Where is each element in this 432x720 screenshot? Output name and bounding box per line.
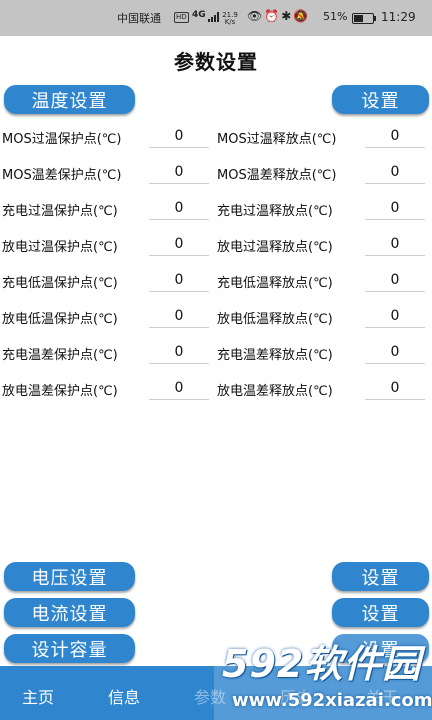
param-label: 放电过温保护点(℃): [2, 240, 118, 255]
param-input[interactable]: 0: [149, 341, 209, 364]
param-input[interactable]: 0: [365, 341, 425, 364]
page-title: 参数设置: [174, 50, 258, 74]
param-label: MOS过温释放点(℃): [217, 132, 337, 147]
temperature-set-button[interactable]: 设置: [332, 85, 429, 114]
param-label: 充电过温保护点(℃): [2, 204, 118, 219]
design-capacity-button[interactable]: 设计容量: [4, 634, 135, 663]
network-type: 4G: [192, 10, 206, 20]
status-bar: 中国联通 HD 4G 21.9 K/s 👁⏰✱🔕 51% 11:29: [0, 0, 432, 36]
voltage-set-button[interactable]: 设置: [332, 562, 429, 591]
network-speed-unit: K/s: [224, 18, 236, 26]
param-label: 充电过温释放点(℃): [217, 204, 333, 219]
watermark-logo: 592软件园: [222, 642, 422, 686]
hd-badge: HD: [174, 12, 189, 23]
param-label: 放电过温释放点(℃): [217, 240, 333, 255]
param-input[interactable]: 0: [365, 125, 425, 148]
voltage-settings-button[interactable]: 电压设置: [4, 562, 135, 591]
param-label: 充电温差保护点(℃): [2, 348, 118, 363]
param-input[interactable]: 0: [365, 161, 425, 184]
status-icons: 👁⏰✱🔕: [247, 9, 310, 23]
param-label: 充电温差释放点(℃): [217, 348, 333, 363]
param-input[interactable]: 0: [149, 161, 209, 184]
param-label: 放电温差释放点(℃): [217, 384, 333, 399]
param-label: 放电低温保护点(℃): [2, 312, 118, 327]
param-input[interactable]: 0: [365, 377, 425, 400]
param-label: 充电低温保护点(℃): [2, 276, 118, 291]
param-label: MOS温差释放点(℃): [217, 168, 337, 183]
battery-fill: [354, 15, 363, 22]
param-label: MOS过温保护点(℃): [2, 132, 122, 147]
param-input[interactable]: 0: [149, 377, 209, 400]
battery-icon: [352, 13, 376, 24]
param-input[interactable]: 0: [365, 197, 425, 220]
bluetooth-icon: ✱: [281, 9, 294, 23]
battery-percentage: 51%: [323, 10, 348, 23]
param-label: 放电低温释放点(℃): [217, 312, 333, 327]
param-label: 充电低温释放点(℃): [217, 276, 333, 291]
param-input[interactable]: 0: [149, 233, 209, 256]
param-input[interactable]: 0: [149, 197, 209, 220]
param-input[interactable]: 0: [149, 305, 209, 328]
param-input[interactable]: 0: [365, 269, 425, 292]
carrier-name: 中国联通: [117, 12, 161, 25]
network-speed: 21.9 K/s: [221, 12, 239, 26]
alarm-icon: ⏰: [264, 9, 282, 23]
param-label: 放电温差保护点(℃): [2, 384, 118, 399]
nav-info[interactable]: 信息: [108, 684, 140, 708]
current-settings-button[interactable]: 电流设置: [4, 598, 135, 627]
param-input[interactable]: 0: [365, 305, 425, 328]
clock: 11:29: [381, 10, 416, 24]
watermark-url: www.592xiazai.com: [232, 690, 432, 711]
param-label: MOS温差保护点(℃): [2, 168, 122, 183]
mute-icon: 🔕: [293, 9, 311, 23]
eye-icon: 👁: [247, 9, 265, 23]
signal-icon: [208, 12, 219, 22]
nav-home[interactable]: 主页: [22, 684, 54, 708]
param-input[interactable]: 0: [365, 233, 425, 256]
param-input[interactable]: 0: [149, 125, 209, 148]
temperature-settings-button[interactable]: 温度设置: [4, 85, 135, 114]
param-input[interactable]: 0: [149, 269, 209, 292]
current-set-button[interactable]: 设置: [332, 598, 429, 627]
